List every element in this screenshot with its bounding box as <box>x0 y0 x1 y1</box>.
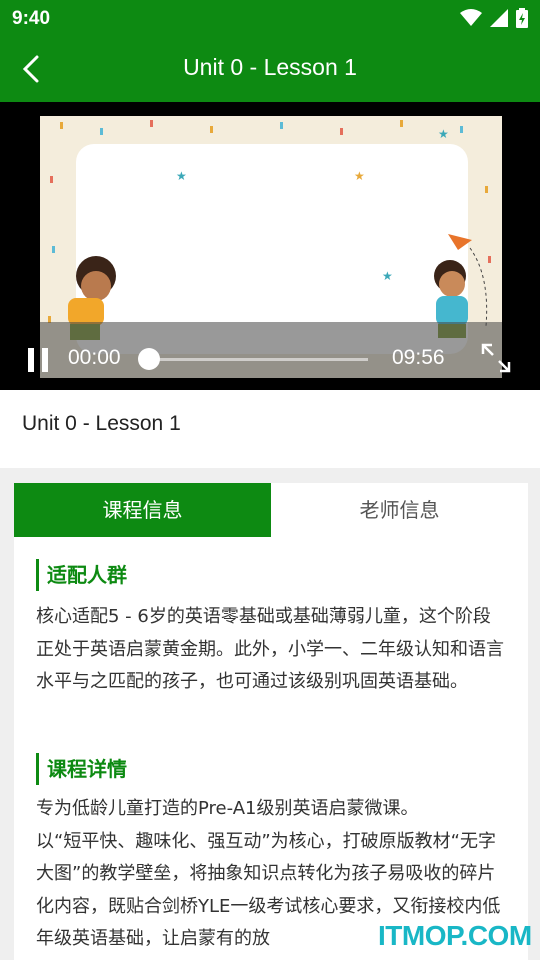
video-controls: 00:00 09:56 <box>0 322 540 390</box>
duration: 09:56 <box>392 346 445 369</box>
svg-text:★: ★ <box>382 269 393 283</box>
status-time: 9:40 <box>12 8 51 29</box>
seek-handle[interactable] <box>138 348 160 370</box>
pause-icon[interactable] <box>28 348 50 372</box>
page-title: Unit 0 - Lesson 1 <box>183 54 357 80</box>
status-icons <box>460 8 528 28</box>
tab-bar: 课程信息 老师信息 <box>14 483 528 537</box>
info-card: 课程信息 老师信息 适配人群 核心适配5 - 6岁的英语零基础或基础薄弱儿童，这… <box>14 483 528 960</box>
app-bar: Unit 0 - Lesson 1 <box>0 36 540 102</box>
signal-icon <box>490 9 508 27</box>
top-bar: 9:40 Unit 0 - Lesson 1 <box>0 0 540 102</box>
current-time: 00:00 <box>68 346 121 369</box>
section-body-audience: 核心适配5 - 6岁的英语零基础或基础薄弱儿童，这个阶段正处于英语启蒙黄金期。此… <box>36 606 504 692</box>
wifi-icon <box>460 9 482 26</box>
battery-icon <box>516 8 528 28</box>
section-heading-audience: 适配人群 <box>36 559 127 591</box>
tab-course-info[interactable]: 课程信息 <box>14 483 271 537</box>
watermark-logo: ITMOP.COM <box>378 920 532 951</box>
section-heading-details: 课程详情 <box>36 753 127 785</box>
lesson-title-panel: Unit 0 - Lesson 1 <box>0 390 540 468</box>
status-bar: 9:40 <box>0 0 540 36</box>
svg-text:★: ★ <box>354 169 365 183</box>
lesson-title: Unit 0 - Lesson 1 <box>22 412 181 435</box>
svg-text:★: ★ <box>176 169 187 183</box>
seek-bar[interactable] <box>148 358 368 361</box>
tab-teacher-info[interactable]: 老师信息 <box>271 483 528 537</box>
video-player[interactable]: ★ ★ ★ ★ 00:00 09:56 <box>0 102 540 390</box>
fullscreen-icon[interactable] <box>480 342 512 374</box>
svg-text:★: ★ <box>438 127 449 141</box>
